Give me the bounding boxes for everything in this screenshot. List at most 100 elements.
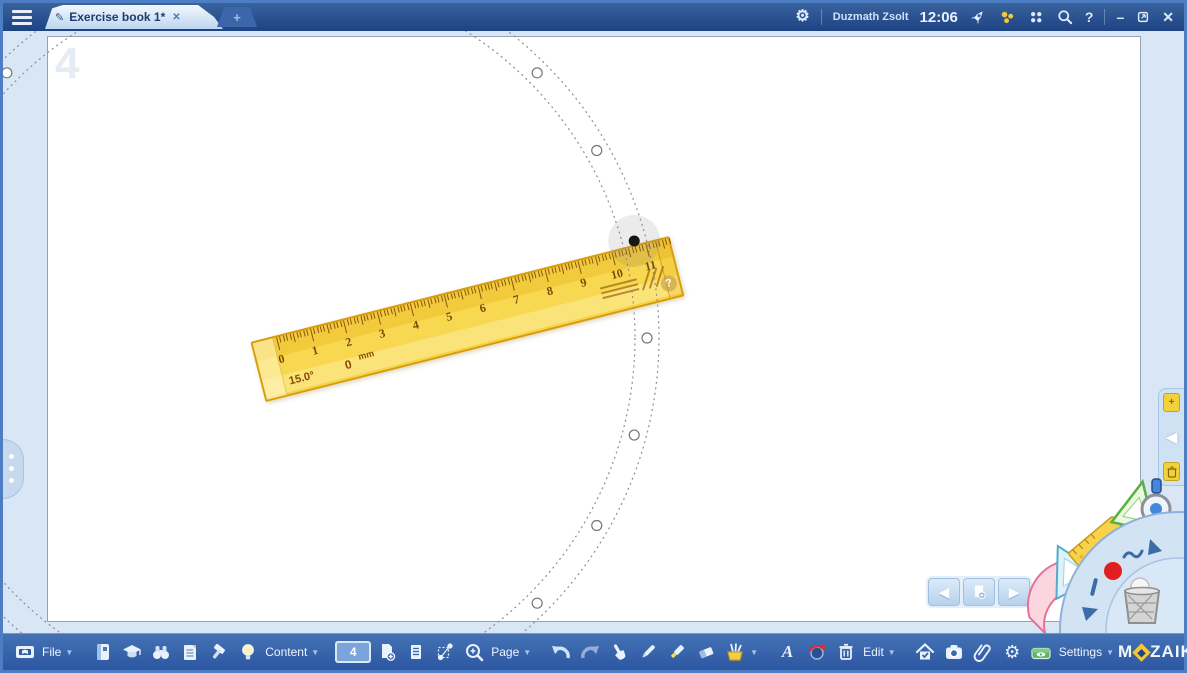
separator [821, 9, 822, 25]
ruler-tick [605, 254, 607, 260]
content-menu[interactable]: Content [265, 645, 307, 659]
screenshot-camera-icon[interactable] [941, 637, 968, 667]
add-page-icon[interactable] [373, 637, 400, 667]
right-panel-handle: + ◀ [1158, 388, 1184, 486]
brush-caret-icon[interactable]: ▼ [750, 648, 758, 657]
eraser-tool-icon[interactable] [692, 637, 719, 667]
tools-hammer-icon[interactable] [205, 637, 232, 667]
main-menu-button[interactable] [7, 5, 37, 29]
ruler-tick [430, 298, 432, 304]
search-media-binoculars-icon[interactable] [147, 637, 174, 667]
history-draw-group: ▼ [547, 637, 762, 667]
search-icon[interactable] [1056, 8, 1074, 26]
next-page-button[interactable]: ▶ [998, 578, 1030, 606]
prev-page-button[interactable]: ◀ [928, 578, 960, 606]
brush-palette-icon[interactable] [721, 637, 748, 667]
ruler-tick [558, 266, 560, 272]
workbook-icon[interactable] [11, 637, 38, 667]
home-icon[interactable] [912, 637, 939, 667]
settings-menu[interactable]: Settings [1059, 645, 1102, 659]
undo-icon[interactable] [547, 637, 574, 667]
exercise-page[interactable] [47, 36, 1141, 622]
idea-bulb-icon[interactable] [234, 637, 261, 667]
freehand-draw-icon[interactable] [605, 637, 632, 667]
page-layout-path-icon[interactable] [431, 637, 458, 667]
ruler-length-readout: 0 [343, 357, 353, 372]
compass-icon[interactable] [1142, 479, 1170, 538]
ruler-tick [303, 330, 305, 336]
content-caret-icon[interactable]: ▼ [311, 648, 319, 657]
page-number-box[interactable]: 4 [335, 641, 371, 663]
rocket-icon[interactable] [969, 8, 987, 26]
ruler-cm-label: 6 [478, 300, 487, 316]
ruler-tick [300, 331, 302, 337]
add-page-button[interactable] [963, 578, 995, 606]
new-tab-button[interactable]: + [217, 7, 257, 27]
minimize-icon[interactable]: – [1116, 9, 1124, 25]
ruler-tick [554, 267, 556, 273]
ruler-tick [347, 319, 349, 325]
ruler-tick [541, 270, 543, 276]
ruler-tick [538, 271, 540, 277]
notes-icon[interactable] [176, 637, 203, 667]
ruler-tick [571, 263, 573, 269]
ruler-tick [595, 257, 598, 266]
apps-grid-icon[interactable] [1027, 8, 1045, 26]
file-menu[interactable]: File [42, 645, 61, 659]
edit-menu[interactable]: Edit [863, 645, 884, 659]
ruler-tick [635, 246, 637, 252]
ruler-tick [289, 334, 291, 340]
ruler-tick [648, 243, 650, 249]
workbook-canvas[interactable]: 4 01234567891011 15.0° 0 mm ? ◀ ▶ [3, 31, 1184, 633]
mozaik-dots-icon[interactable] [998, 8, 1016, 26]
page-navigator: ◀ ▶ [926, 576, 1032, 608]
page-caret-icon[interactable]: ▼ [523, 648, 531, 657]
ruler-tick [326, 325, 329, 334]
tab-exercise-book[interactable]: ✎ Exercise book 1* ✕ [45, 5, 223, 29]
page-menu[interactable]: Page [491, 645, 519, 659]
text-tool-icon[interactable]: A [774, 637, 801, 667]
ruler-tick [427, 299, 430, 308]
left-panel-handle[interactable] [3, 439, 24, 499]
pencil-icon: ✎ [55, 11, 64, 24]
settings-caret-icon[interactable]: ▼ [1106, 648, 1114, 657]
settings-group: ⚙ Settings ▼ [912, 637, 1118, 667]
ruler-tick [591, 257, 593, 263]
redo-icon[interactable] [576, 637, 603, 667]
ruler-tick [568, 263, 570, 269]
ruler-tick [390, 308, 392, 314]
ruler-unit-label: mm [357, 348, 375, 362]
education-cap-icon[interactable] [118, 637, 145, 667]
ruler-tick [565, 264, 567, 270]
mini-bin-button[interactable] [1163, 462, 1180, 481]
ruler-tick [340, 321, 342, 327]
settings-gear-icon[interactable]: ⚙ [999, 637, 1026, 667]
highlighter-tool-icon[interactable] [663, 637, 690, 667]
edit-caret-icon[interactable]: ▼ [888, 648, 896, 657]
quick-settings-icon[interactable]: ⚙ [795, 9, 809, 25]
page-group: 4 Page ▼ [335, 637, 535, 667]
record-icon[interactable] [803, 637, 830, 667]
ruler-tick [638, 246, 640, 252]
collapse-panel-arrow-icon[interactable]: ◀ [1166, 428, 1178, 446]
clock: 12:06 [920, 9, 958, 26]
help-icon[interactable]: ? [1085, 9, 1094, 25]
pencil-case-icon[interactable] [1028, 637, 1055, 667]
ruler-tick [491, 283, 493, 289]
attachment-clip-icon[interactable] [970, 637, 997, 667]
delete-trash-icon[interactable] [832, 637, 859, 667]
add-item-button[interactable]: + [1163, 393, 1180, 412]
rotation-snap-node[interactable] [3, 68, 12, 78]
file-caret-icon[interactable]: ▼ [65, 648, 73, 657]
ruler-tick [618, 251, 620, 257]
dial-arrow-up-icon[interactable] [1148, 539, 1162, 555]
tab-close-icon[interactable]: ✕ [172, 12, 180, 23]
page-list-icon[interactable] [402, 637, 429, 667]
ruler-tick [632, 247, 634, 253]
restore-window-icon[interactable] [1135, 9, 1151, 25]
zoom-page-icon[interactable] [460, 637, 487, 667]
tab-title: Exercise book 1* [69, 10, 165, 24]
pen-tool-icon[interactable] [634, 637, 661, 667]
media-library-icon[interactable] [89, 637, 116, 667]
close-icon[interactable]: ✕ [1162, 9, 1174, 26]
